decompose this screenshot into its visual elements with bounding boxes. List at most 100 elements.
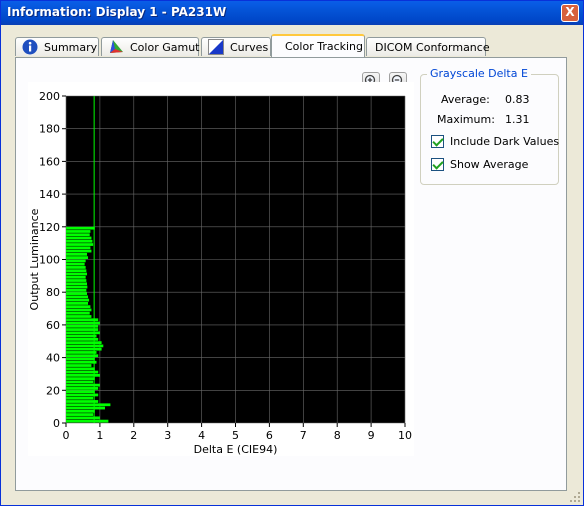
x-axis-label: Delta E (CIE94) [194, 443, 278, 456]
tab-label: Color Gamut [130, 40, 200, 54]
x-tick-label: 0 [63, 429, 70, 442]
x-tick-label: 4 [198, 429, 205, 442]
bar [66, 383, 100, 387]
tab-dicom-conformance[interactable]: DICOM Conformance [366, 37, 490, 56]
include-dark-values-checkbox[interactable] [431, 135, 444, 148]
bar [66, 324, 99, 328]
bar [66, 344, 104, 348]
bar [66, 236, 92, 240]
curves-icon [208, 39, 224, 55]
maximum-value: 1.31 [505, 113, 530, 126]
bar [66, 403, 111, 407]
y-axis-ticks: 0 20 40 60 80 100 120 140 160 180 200 [39, 90, 66, 430]
bar [66, 413, 94, 416]
x-tick-label: 9 [368, 429, 375, 442]
y-tick-label: 100 [39, 254, 60, 267]
bar [66, 262, 85, 266]
x-tick-label: 6 [266, 429, 273, 442]
bar [66, 400, 99, 403]
maximum-label: Maximum: [437, 113, 495, 126]
bar [66, 328, 99, 331]
bar [66, 288, 87, 292]
bar [66, 239, 93, 243]
bar [66, 393, 99, 397]
tab-label: Color Tracking [285, 40, 364, 53]
y-tick-label: 20 [46, 384, 60, 397]
bar [66, 380, 94, 384]
bar [66, 416, 100, 420]
bar [66, 233, 90, 237]
delta-e-chart-svg: 0 1 2 3 4 5 6 7 8 9 10 0 20 40 60 80 100 120 140 160 180 200… [28, 90, 412, 456]
x-tick-label: 3 [164, 429, 171, 442]
include-dark-values-label[interactable]: Include Dark Values [450, 135, 559, 148]
bar [66, 269, 87, 273]
bar [66, 246, 91, 250]
group-title: Grayscale Delta E [427, 67, 531, 80]
grayscale-delta-e-group: Grayscale Delta E Average: 0.83 Maximum:… [420, 67, 559, 185]
tab-label: Curves [230, 40, 269, 54]
bar [66, 230, 91, 233]
tab-color-tracking[interactable]: Color Tracking [271, 34, 365, 57]
bar [66, 285, 88, 289]
bar [66, 249, 92, 253]
bar [66, 334, 97, 338]
information-window: Information: Display 1 - PA231W X Summar… [0, 0, 584, 506]
bar [66, 279, 87, 282]
bar [66, 292, 88, 295]
bar [66, 315, 92, 318]
bar [66, 275, 86, 279]
bar [66, 377, 95, 380]
bar [66, 390, 95, 394]
x-tick-label: 2 [130, 429, 137, 442]
bar [66, 311, 90, 315]
bar [66, 337, 99, 341]
bar [66, 341, 102, 345]
bar [66, 226, 95, 230]
bar [66, 266, 86, 269]
tab-curves[interactable]: Curves [201, 37, 271, 56]
y-axis-label: Output Luminance [28, 208, 41, 310]
x-tick-label: 10 [398, 429, 412, 442]
bar [66, 243, 94, 246]
tab-color-gamut[interactable]: Color Gamut [101, 37, 199, 56]
bar [66, 318, 99, 322]
bar [66, 321, 100, 325]
x-axis-ticks: 0 1 2 3 4 5 6 7 8 9 10 [63, 423, 412, 442]
tab-summary[interactable]: Summary [15, 37, 99, 56]
x-tick-label: 8 [334, 429, 341, 442]
y-tick-label: 80 [46, 286, 60, 299]
bar [66, 331, 100, 335]
bar [66, 367, 95, 371]
bar [66, 409, 95, 413]
x-tick-label: 7 [300, 429, 307, 442]
bar [66, 364, 92, 367]
delta-e-chart: 0 1 2 3 4 5 6 7 8 9 10 0 20 40 60 80 100 120 140 160 180 200… [28, 82, 414, 456]
window-title: Information: Display 1 - PA231W [7, 5, 227, 19]
show-average-checkbox[interactable] [431, 158, 444, 171]
y-tick-label: 160 [39, 155, 60, 168]
x-tick-label: 5 [232, 429, 239, 442]
x-tick-label: 1 [96, 429, 103, 442]
title-bar[interactable]: Information: Display 1 - PA231W X [1, 1, 583, 25]
bar [66, 360, 97, 364]
bar [66, 298, 90, 302]
bar [66, 406, 105, 410]
average-label: Average: [441, 93, 490, 106]
y-tick-label: 60 [46, 319, 60, 332]
bar [66, 387, 99, 390]
bar [66, 347, 102, 351]
bar [66, 259, 86, 263]
show-average-label[interactable]: Show Average [450, 158, 528, 171]
color-gamut-icon [108, 39, 124, 55]
bar [66, 305, 91, 309]
y-tick-label: 180 [39, 123, 60, 136]
bar [66, 272, 88, 276]
bar [66, 302, 89, 305]
color-tracking-panel: 0 1 2 3 4 5 6 7 8 9 10 0 20 40 60 80 100 120 140 160 180 200… [15, 57, 567, 491]
y-tick-label: 40 [46, 352, 60, 365]
resize-grip-icon[interactable] [569, 491, 581, 503]
close-button[interactable]: X [561, 4, 579, 22]
average-value: 0.83 [505, 93, 530, 106]
info-icon [22, 39, 38, 55]
bar [66, 282, 88, 286]
